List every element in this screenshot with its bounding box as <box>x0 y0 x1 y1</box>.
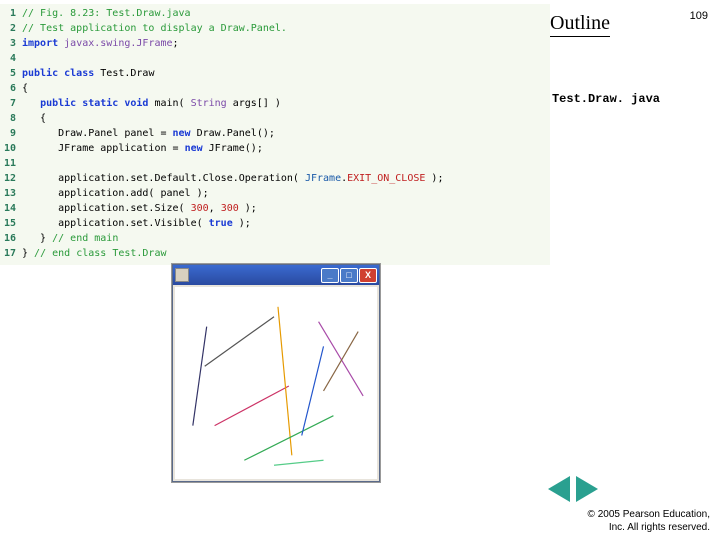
code-content <box>22 156 28 171</box>
code-content: public class Test.Draw <box>22 66 154 81</box>
prev-slide-button[interactable] <box>548 476 570 502</box>
code-line: 5public class Test.Draw <box>0 66 550 81</box>
line-number: 2 <box>0 21 22 36</box>
code-line: 11 <box>0 156 550 171</box>
code-line: 6{ <box>0 81 550 96</box>
line-number: 14 <box>0 201 22 216</box>
code-content: } // end main <box>22 231 118 246</box>
code-content: application.set.Visible( true ); <box>22 216 251 231</box>
code-line: 13 application.add( panel ); <box>0 186 550 201</box>
code-content: // Test application to display a Draw.Pa… <box>22 21 287 36</box>
code-line: 12 application.set.Default.Close.Operati… <box>0 171 550 186</box>
code-content <box>22 51 28 66</box>
copyright-line-2: Inc. All rights reserved. <box>588 521 710 534</box>
line-number: 5 <box>0 66 22 81</box>
code-content: application.add( panel ); <box>22 186 209 201</box>
window-titlebar: _ □ X <box>173 265 379 285</box>
line-number: 15 <box>0 216 22 231</box>
next-slide-button[interactable] <box>576 476 598 502</box>
code-content: { <box>22 111 46 126</box>
code-content: public static void main( String args[] ) <box>22 96 281 111</box>
code-content: JFrame application = new JFrame(); <box>22 141 263 156</box>
line-number: 12 <box>0 171 22 186</box>
maximize-button[interactable]: □ <box>340 268 358 283</box>
output-window: _ □ X <box>172 264 380 482</box>
code-line: 3import javax.swing.JFrame; <box>0 36 550 51</box>
line-number: 6 <box>0 81 22 96</box>
outline-heading: Outline <box>550 12 610 37</box>
draw-panel-canvas <box>175 287 377 479</box>
code-line: 1// Fig. 8.23: Test.Draw.java <box>0 6 550 21</box>
code-line: 15 application.set.Visible( true ); <box>0 216 550 231</box>
code-content: // Fig. 8.23: Test.Draw.java <box>22 6 191 21</box>
line-number: 10 <box>0 141 22 156</box>
code-line: 7 public static void main( String args[]… <box>0 96 550 111</box>
copyright-line-1: © 2005 Pearson Education, <box>588 508 710 521</box>
code-line: 4 <box>0 51 550 66</box>
line-number: 17 <box>0 246 22 261</box>
line-number: 3 <box>0 36 22 51</box>
copyright-notice: © 2005 Pearson Education, Inc. All right… <box>588 508 710 534</box>
code-line: 16 } // end main <box>0 231 550 246</box>
code-content: Draw.Panel panel = new Draw.Panel(); <box>22 126 275 141</box>
line-number: 4 <box>0 51 22 66</box>
close-button[interactable]: X <box>359 268 377 283</box>
line-number: 7 <box>0 96 22 111</box>
line-number: 11 <box>0 156 22 171</box>
code-listing: 1// Fig. 8.23: Test.Draw.java2// Test ap… <box>0 4 550 265</box>
code-content: { <box>22 81 28 96</box>
lines-svg <box>175 287 377 477</box>
line-number: 13 <box>0 186 22 201</box>
line-number: 9 <box>0 126 22 141</box>
line-number: 8 <box>0 111 22 126</box>
code-line: 17} // end class Test.Draw <box>0 246 550 261</box>
code-line: 2// Test application to display a Draw.P… <box>0 21 550 36</box>
window-icon <box>175 268 189 282</box>
code-content: application.set.Default.Close.Operation(… <box>22 171 443 186</box>
code-line: 14 application.set.Size( 300, 300 ); <box>0 201 550 216</box>
minimize-button[interactable]: _ <box>321 268 339 283</box>
code-line: 8 { <box>0 111 550 126</box>
code-content: import javax.swing.JFrame; <box>22 36 179 51</box>
line-number: 1 <box>0 6 22 21</box>
slide-nav <box>548 476 598 502</box>
code-line: 10 JFrame application = new JFrame(); <box>0 141 550 156</box>
code-content: } // end class Test.Draw <box>22 246 167 261</box>
code-content: application.set.Size( 300, 300 ); <box>22 201 257 216</box>
filename-label: Test.Draw. java <box>552 92 660 106</box>
page-number: 109 <box>690 10 708 22</box>
line-number: 16 <box>0 231 22 246</box>
code-line: 9 Draw.Panel panel = new Draw.Panel(); <box>0 126 550 141</box>
